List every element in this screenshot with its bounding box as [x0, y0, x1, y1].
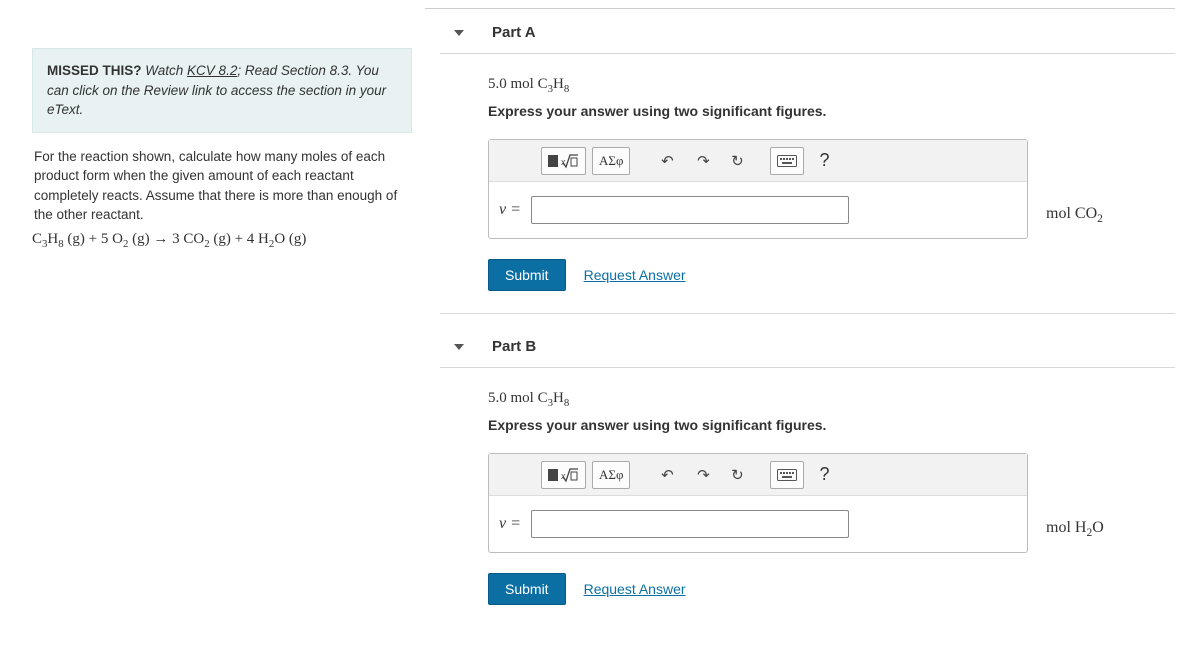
- question-prompt: For the reaction shown, calculate how ma…: [32, 147, 412, 225]
- redo-icon[interactable]: ↷: [688, 147, 718, 175]
- answer-input-b[interactable]: [531, 510, 849, 538]
- keyboard-icon[interactable]: [770, 147, 804, 175]
- redo-icon[interactable]: ↷: [688, 461, 718, 489]
- request-answer-link-b[interactable]: Request Answer: [584, 581, 686, 597]
- part-b-instruction: Express your answer using two significan…: [488, 417, 1175, 433]
- chevron-down-icon: [454, 30, 464, 36]
- request-answer-link-a[interactable]: Request Answer: [584, 267, 686, 283]
- toolbar-a: x ΑΣφ ↶ ↷ ↻ ?: [489, 140, 1027, 182]
- template-tool-icon[interactable]: x: [541, 147, 586, 175]
- restart-icon[interactable]: ↻: [724, 147, 750, 175]
- greek-tool-button[interactable]: ΑΣφ: [592, 147, 630, 175]
- nu-label-b: ν =: [499, 515, 521, 533]
- part-b-block: Part B 5.0 mol C3H8 Express your answer …: [440, 328, 1175, 627]
- reaction-equation: C3H8 (g) + 5 O2 (g) → 3 CO2 (g) + 4 H2O …: [32, 231, 412, 250]
- part-b-header[interactable]: Part B: [440, 328, 1175, 368]
- greek-tool-button[interactable]: ΑΣφ: [592, 461, 630, 489]
- submit-button-a[interactable]: Submit: [488, 259, 566, 291]
- kcv-link[interactable]: KCV 8.2: [187, 63, 237, 78]
- undo-icon[interactable]: ↶: [652, 147, 682, 175]
- part-b-title: Part B: [492, 338, 536, 355]
- unit-label-a: mol CO2: [1046, 205, 1103, 225]
- help-icon[interactable]: ?: [810, 147, 838, 175]
- toolbar-b: x ΑΣφ ↶ ↷ ↻ ?: [489, 454, 1027, 496]
- nu-label-a: ν =: [499, 201, 521, 219]
- unit-label-b: mol H2O: [1046, 519, 1104, 539]
- part-a-instruction: Express your answer using two significan…: [488, 103, 1175, 119]
- answer-widget-a: x ΑΣφ ↶ ↷ ↻ ? ν =: [488, 139, 1028, 239]
- part-a-header[interactable]: Part A: [440, 14, 1175, 54]
- help-icon[interactable]: ?: [810, 461, 838, 489]
- missed-this-box: MISSED THIS? Watch KCV 8.2; Read Section…: [32, 48, 412, 133]
- template-tool-icon[interactable]: x: [541, 461, 586, 489]
- answer-input-a[interactable]: [531, 196, 849, 224]
- restart-icon[interactable]: ↻: [724, 461, 750, 489]
- part-b-amount: 5.0 mol C3H8: [488, 390, 1175, 409]
- part-a-amount: 5.0 mol C3H8: [488, 76, 1175, 95]
- submit-button-b[interactable]: Submit: [488, 573, 566, 605]
- missed-label: MISSED THIS?: [47, 63, 142, 78]
- part-a-block: Part A 5.0 mol C3H8 Express your answer …: [440, 14, 1175, 314]
- part-a-title: Part A: [492, 24, 536, 41]
- answer-widget-b: x ΑΣφ ↶ ↷ ↻ ? ν =: [488, 453, 1028, 553]
- keyboard-icon[interactable]: [770, 461, 804, 489]
- undo-icon[interactable]: ↶: [652, 461, 682, 489]
- chevron-down-icon: [454, 344, 464, 350]
